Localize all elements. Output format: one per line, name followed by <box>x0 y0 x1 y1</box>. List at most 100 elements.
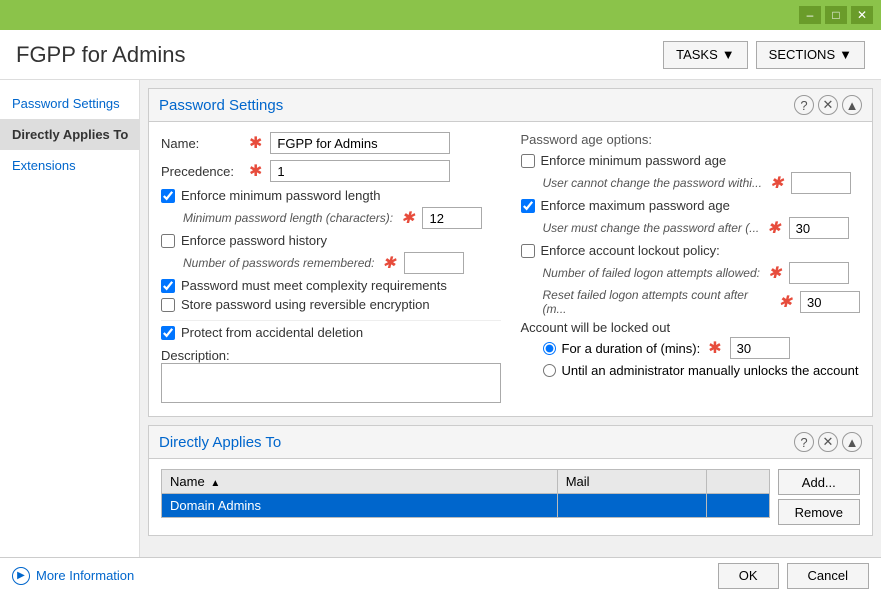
panel-close-button[interactable]: ✕ <box>818 95 838 115</box>
sidebar-item-directly-applies-to[interactable]: Directly Applies To <box>0 119 139 150</box>
max-age-input[interactable] <box>789 217 849 239</box>
protect-deletion-label: Protect from accidental deletion <box>181 325 363 340</box>
lockout-checkbox[interactable] <box>521 244 535 258</box>
panel-collapse-button[interactable]: ▲ <box>842 95 862 115</box>
manual-label: Until an administrator manually unlocks … <box>562 363 859 378</box>
directly-applies-to-panel: Directly Applies To ? ✕ ▲ Name <box>148 425 873 536</box>
password-settings-body: Name: ✱ Precedence: ✱ <box>149 122 872 416</box>
ps-columns: Name: ✱ Precedence: ✱ <box>161 132 860 406</box>
more-info-icon: ▶ <box>12 567 30 585</box>
remove-button[interactable]: Remove <box>778 499 860 525</box>
manual-radio[interactable] <box>543 364 556 377</box>
password-age-section-label: Password age options: <box>521 132 861 147</box>
max-age-sub-row: User must change the password after (...… <box>543 217 861 239</box>
history-sub-label: Number of passwords remembered: <box>183 256 374 270</box>
enforce-history-checkbox[interactable] <box>161 234 175 248</box>
reset-required: ✱ <box>779 292 792 312</box>
maximize-button[interactable]: □ <box>825 6 847 24</box>
protect-deletion-checkbox[interactable] <box>161 326 175 340</box>
complexity-label: Password must meet complexity requiremen… <box>181 278 447 293</box>
row-name: Domain Admins <box>162 494 558 518</box>
close-button[interactable]: ✕ <box>851 6 873 24</box>
dat-panel-controls: ? ✕ ▲ <box>794 432 862 452</box>
enforce-min-age-row: Enforce minimum password age <box>521 153 861 168</box>
minimize-button[interactable]: – <box>799 6 821 24</box>
duration-label: For a duration of (mins): <box>562 341 701 356</box>
enforce-max-age-checkbox[interactable] <box>521 199 535 213</box>
sidebar-item-password-settings[interactable]: Password Settings <box>0 88 139 119</box>
enforce-history-row: Enforce password history <box>161 233 501 248</box>
complexity-checkbox[interactable] <box>161 279 175 293</box>
name-label: Name: <box>161 136 241 151</box>
duration-radio[interactable] <box>543 342 556 355</box>
applies-body: Name ▲ Mail Domain Admins <box>161 469 860 525</box>
dat-help-button[interactable]: ? <box>794 432 814 452</box>
dat-collapse-button[interactable]: ▲ <box>842 432 862 452</box>
col-extra-header <box>707 470 769 494</box>
enforce-history-label: Enforce password history <box>181 233 327 248</box>
precedence-input[interactable] <box>270 160 450 182</box>
failed-attempts-required: ✱ <box>768 263 781 283</box>
complexity-row: Password must meet complexity requiremen… <box>161 278 501 293</box>
directly-applies-to-body: Name ▲ Mail Domain Admins <box>149 459 872 535</box>
add-button[interactable]: Add... <box>778 469 860 495</box>
sections-button[interactable]: SECTIONS ▼ <box>756 41 865 69</box>
min-length-input[interactable] <box>422 207 482 229</box>
password-settings-panel: Password Settings ? ✕ ▲ Name: ✱ <box>148 88 873 417</box>
precedence-required: ✱ <box>249 161 262 181</box>
sidebar-item-extensions[interactable]: Extensions <box>0 150 139 181</box>
description-label: Description: <box>161 348 501 363</box>
help-button[interactable]: ? <box>794 95 814 115</box>
min-age-sub-label: User cannot change the password withi... <box>543 176 762 190</box>
min-length-sub-label: Minimum password length (characters): <box>183 211 393 225</box>
reverse-enc-checkbox[interactable] <box>161 298 175 312</box>
ps-left: Name: ✱ Precedence: ✱ <box>161 132 501 406</box>
directly-applies-to-title: Directly Applies To <box>159 434 281 451</box>
min-length-sub-row: Minimum password length (characters): ✱ <box>183 207 501 229</box>
precedence-row: Precedence: ✱ <box>161 160 501 182</box>
more-info-label: More Information <box>36 568 134 583</box>
row-extra <box>707 494 769 518</box>
enforce-min-length-checkbox[interactable] <box>161 189 175 203</box>
status-actions: OK Cancel <box>718 563 869 589</box>
min-age-required: ✱ <box>770 173 783 193</box>
panel-controls: ? ✕ ▲ <box>794 95 862 115</box>
cancel-button[interactable]: Cancel <box>787 563 869 589</box>
failed-attempts-input[interactable] <box>789 262 849 284</box>
dat-close-button[interactable]: ✕ <box>818 432 838 452</box>
col-mail-header[interactable]: Mail <box>557 470 707 494</box>
reset-input[interactable] <box>800 291 860 313</box>
name-input[interactable] <box>270 132 450 154</box>
table-row[interactable]: Domain Admins <box>162 494 770 518</box>
enforce-min-age-checkbox[interactable] <box>521 154 535 168</box>
description-section: Description: <box>161 348 501 406</box>
content-area: Password Settings ? ✕ ▲ Name: ✱ <box>140 80 881 557</box>
tasks-button[interactable]: TASKS ▼ <box>663 41 748 69</box>
more-info[interactable]: ▶ More Information <box>12 567 134 585</box>
app-header: FGPP for Admins TASKS ▼ SECTIONS ▼ <box>0 30 881 80</box>
col-name-header[interactable]: Name ▲ <box>162 470 558 494</box>
name-row: Name: ✱ <box>161 132 501 154</box>
min-age-sub-row: User cannot change the password withi...… <box>543 172 861 194</box>
max-age-required: ✱ <box>767 218 780 238</box>
enforce-min-length-label: Enforce minimum password length <box>181 188 380 203</box>
ps-right: Password age options: Enforce minimum pa… <box>521 132 861 406</box>
duration-required: ✱ <box>708 338 721 358</box>
name-required: ✱ <box>249 133 262 153</box>
sidebar: Password Settings Directly Applies To Ex… <box>0 80 140 557</box>
divider <box>161 320 501 321</box>
history-input[interactable] <box>404 252 464 274</box>
manual-radio-row: Until an administrator manually unlocks … <box>543 363 861 378</box>
failed-attempts-row: Number of failed logon attempts allowed:… <box>543 262 861 284</box>
duration-input[interactable] <box>730 337 790 359</box>
history-sub-row: Number of passwords remembered: ✱ <box>183 252 501 274</box>
title-bar-controls: – □ ✕ <box>799 6 873 24</box>
account-locked-label: Account will be locked out <box>521 320 861 335</box>
min-length-required: ✱ <box>401 208 414 228</box>
min-age-input[interactable] <box>791 172 851 194</box>
ok-button[interactable]: OK <box>718 563 779 589</box>
description-textarea[interactable] <box>161 363 501 403</box>
row-mail <box>557 494 707 518</box>
app-title: FGPP for Admins <box>16 42 186 68</box>
reset-row: Reset failed logon attempts count after … <box>543 288 861 316</box>
